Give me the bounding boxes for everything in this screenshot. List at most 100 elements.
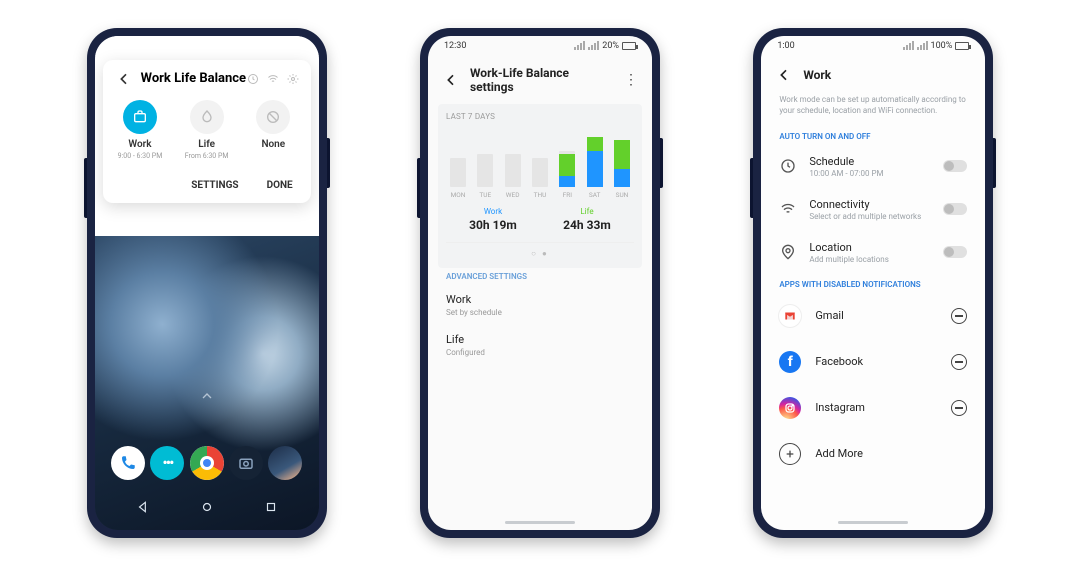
chart-day-label: FRI (557, 191, 577, 199)
chart-day-label: SAT (585, 191, 605, 199)
add-more-button[interactable]: Add More (761, 431, 985, 477)
item-title: Work (446, 293, 634, 306)
mode-selector: Work 9:00 - 6:30 PM Life From 6:30 PM No… (103, 94, 311, 170)
phone-mock-1: Work Life Balance Work 9:00 - 6:30 PM Li… (87, 28, 327, 538)
auto-section-header: AUTO TURN ON AND OFF (761, 126, 985, 145)
chart-bar (557, 151, 577, 187)
row-location[interactable]: LocationAdd multiple locations (761, 231, 985, 274)
mode-none[interactable]: None (240, 100, 306, 160)
status-bar: 1:00 100% (761, 36, 985, 56)
back-icon[interactable] (775, 66, 793, 84)
status-bar (95, 36, 319, 56)
mode-label: Work (107, 139, 173, 150)
row-title: Schedule (809, 155, 931, 168)
done-button[interactable]: DONE (267, 180, 293, 191)
chart-day-label: THU (530, 191, 550, 199)
chart-bar (503, 154, 523, 186)
chart-bar (448, 158, 468, 187)
android-nav-bar (95, 494, 319, 520)
page-title: Work (803, 68, 971, 82)
add-more-label: Add More (815, 447, 967, 460)
apps-section-header: APPS WITH DISABLED NOTIFICATIONS (761, 274, 985, 293)
row-title: Connectivity (809, 198, 931, 211)
schedule-toggle[interactable] (943, 160, 967, 172)
settings-button[interactable]: SETTINGS (191, 180, 238, 191)
screen: Work Life Balance Work 9:00 - 6:30 PM Li… (95, 36, 319, 530)
remove-icon[interactable] (951, 308, 967, 324)
back-icon[interactable] (442, 71, 460, 89)
row-schedule[interactable]: Schedule10:00 AM - 07:00 PM (761, 145, 985, 188)
wifi-icon (779, 201, 797, 217)
page-indicator: ○ ● (446, 249, 634, 258)
plus-icon (779, 443, 801, 465)
mode-sub: 9:00 - 6:30 PM (107, 152, 173, 160)
phone-app-icon[interactable] (111, 446, 145, 480)
chart-caption: LAST 7 DAYS (446, 112, 634, 121)
chart-day-label: TUE (475, 191, 495, 199)
chart-bar (475, 154, 495, 186)
signal-icon (574, 41, 585, 50)
card-title: Work Life Balance (141, 71, 247, 86)
advanced-item-life[interactable]: Life Configured (428, 325, 652, 365)
remove-icon[interactable] (951, 400, 967, 416)
nav-recent-icon[interactable] (264, 500, 278, 514)
app-name: Facebook (815, 355, 937, 368)
app-row-instagram[interactable]: Instagram (761, 385, 985, 431)
row-sub: Select or add multiple networks (809, 212, 931, 221)
battery-icon (622, 42, 636, 50)
overflow-menu-icon[interactable]: ⋮ (624, 73, 638, 87)
screen: 1:00 100% Work Work mode can be set up a… (761, 36, 985, 530)
gesture-bar (505, 521, 575, 524)
battery-icon (955, 42, 969, 50)
battery-label: 20% (602, 41, 619, 51)
status-bar: 12:30 20% (428, 36, 652, 56)
signal-icon (917, 41, 928, 50)
work-life-card: Work Life Balance Work 9:00 - 6:30 PM Li… (103, 60, 311, 203)
work-total-label: Work (469, 207, 517, 216)
location-toggle[interactable] (943, 246, 967, 258)
page-title: Work-Life Balance settings (470, 66, 614, 94)
back-icon[interactable] (115, 70, 133, 88)
app-name: Gmail (815, 309, 937, 322)
row-title: Location (809, 241, 931, 254)
nav-home-icon[interactable] (200, 500, 214, 514)
app-row-facebook[interactable]: f Facebook (761, 339, 985, 385)
status-time: 12:30 (444, 41, 466, 51)
row-sub: Add multiple locations (809, 255, 931, 264)
life-total-value: 24h 33m (563, 218, 611, 232)
mode-life[interactable]: Life From 6:30 PM (174, 100, 240, 160)
messages-app-icon[interactable]: ••• (150, 446, 184, 480)
mode-work[interactable]: Work 9:00 - 6:30 PM (107, 100, 173, 160)
phone-mock-3: 1:00 100% Work Work mode can be set up a… (753, 28, 993, 538)
app-dock: ••• (95, 446, 319, 480)
instagram-icon (779, 397, 801, 419)
row-connectivity[interactable]: ConnectivitySelect or add multiple netwo… (761, 188, 985, 231)
mode-label: None (240, 139, 306, 150)
work-total-value: 30h 19m (469, 218, 517, 232)
remove-icon[interactable] (951, 354, 967, 370)
advanced-settings-header: ADVANCED SETTINGS (428, 268, 652, 285)
chart-day-label: MON (448, 191, 468, 199)
app-name: Instagram (815, 401, 937, 414)
connectivity-toggle[interactable] (943, 203, 967, 215)
clock-icon (779, 158, 797, 174)
gallery-app-icon[interactable] (268, 446, 302, 480)
chrome-app-icon[interactable] (190, 446, 224, 480)
advanced-item-work[interactable]: Work Set by schedule (428, 285, 652, 325)
wallpaper (95, 236, 319, 530)
item-sub: Set by schedule (446, 308, 634, 317)
chevron-up-icon[interactable] (95, 388, 319, 408)
nav-back-icon[interactable] (136, 500, 150, 514)
chart-bar (585, 137, 605, 187)
signal-icon (903, 41, 914, 50)
mode-sub: From 6:30 PM (174, 152, 240, 160)
mode-description: Work mode can be set up automatically ac… (761, 90, 985, 126)
battery-label: 100% (931, 41, 953, 51)
gesture-bar (838, 521, 908, 524)
mode-label: Life (174, 139, 240, 150)
camera-app-icon[interactable] (229, 446, 263, 480)
header-mini-icons (247, 73, 299, 85)
life-total-label: Life (563, 207, 611, 216)
app-row-gmail[interactable]: Gmail (761, 293, 985, 339)
signal-icon (588, 41, 599, 50)
